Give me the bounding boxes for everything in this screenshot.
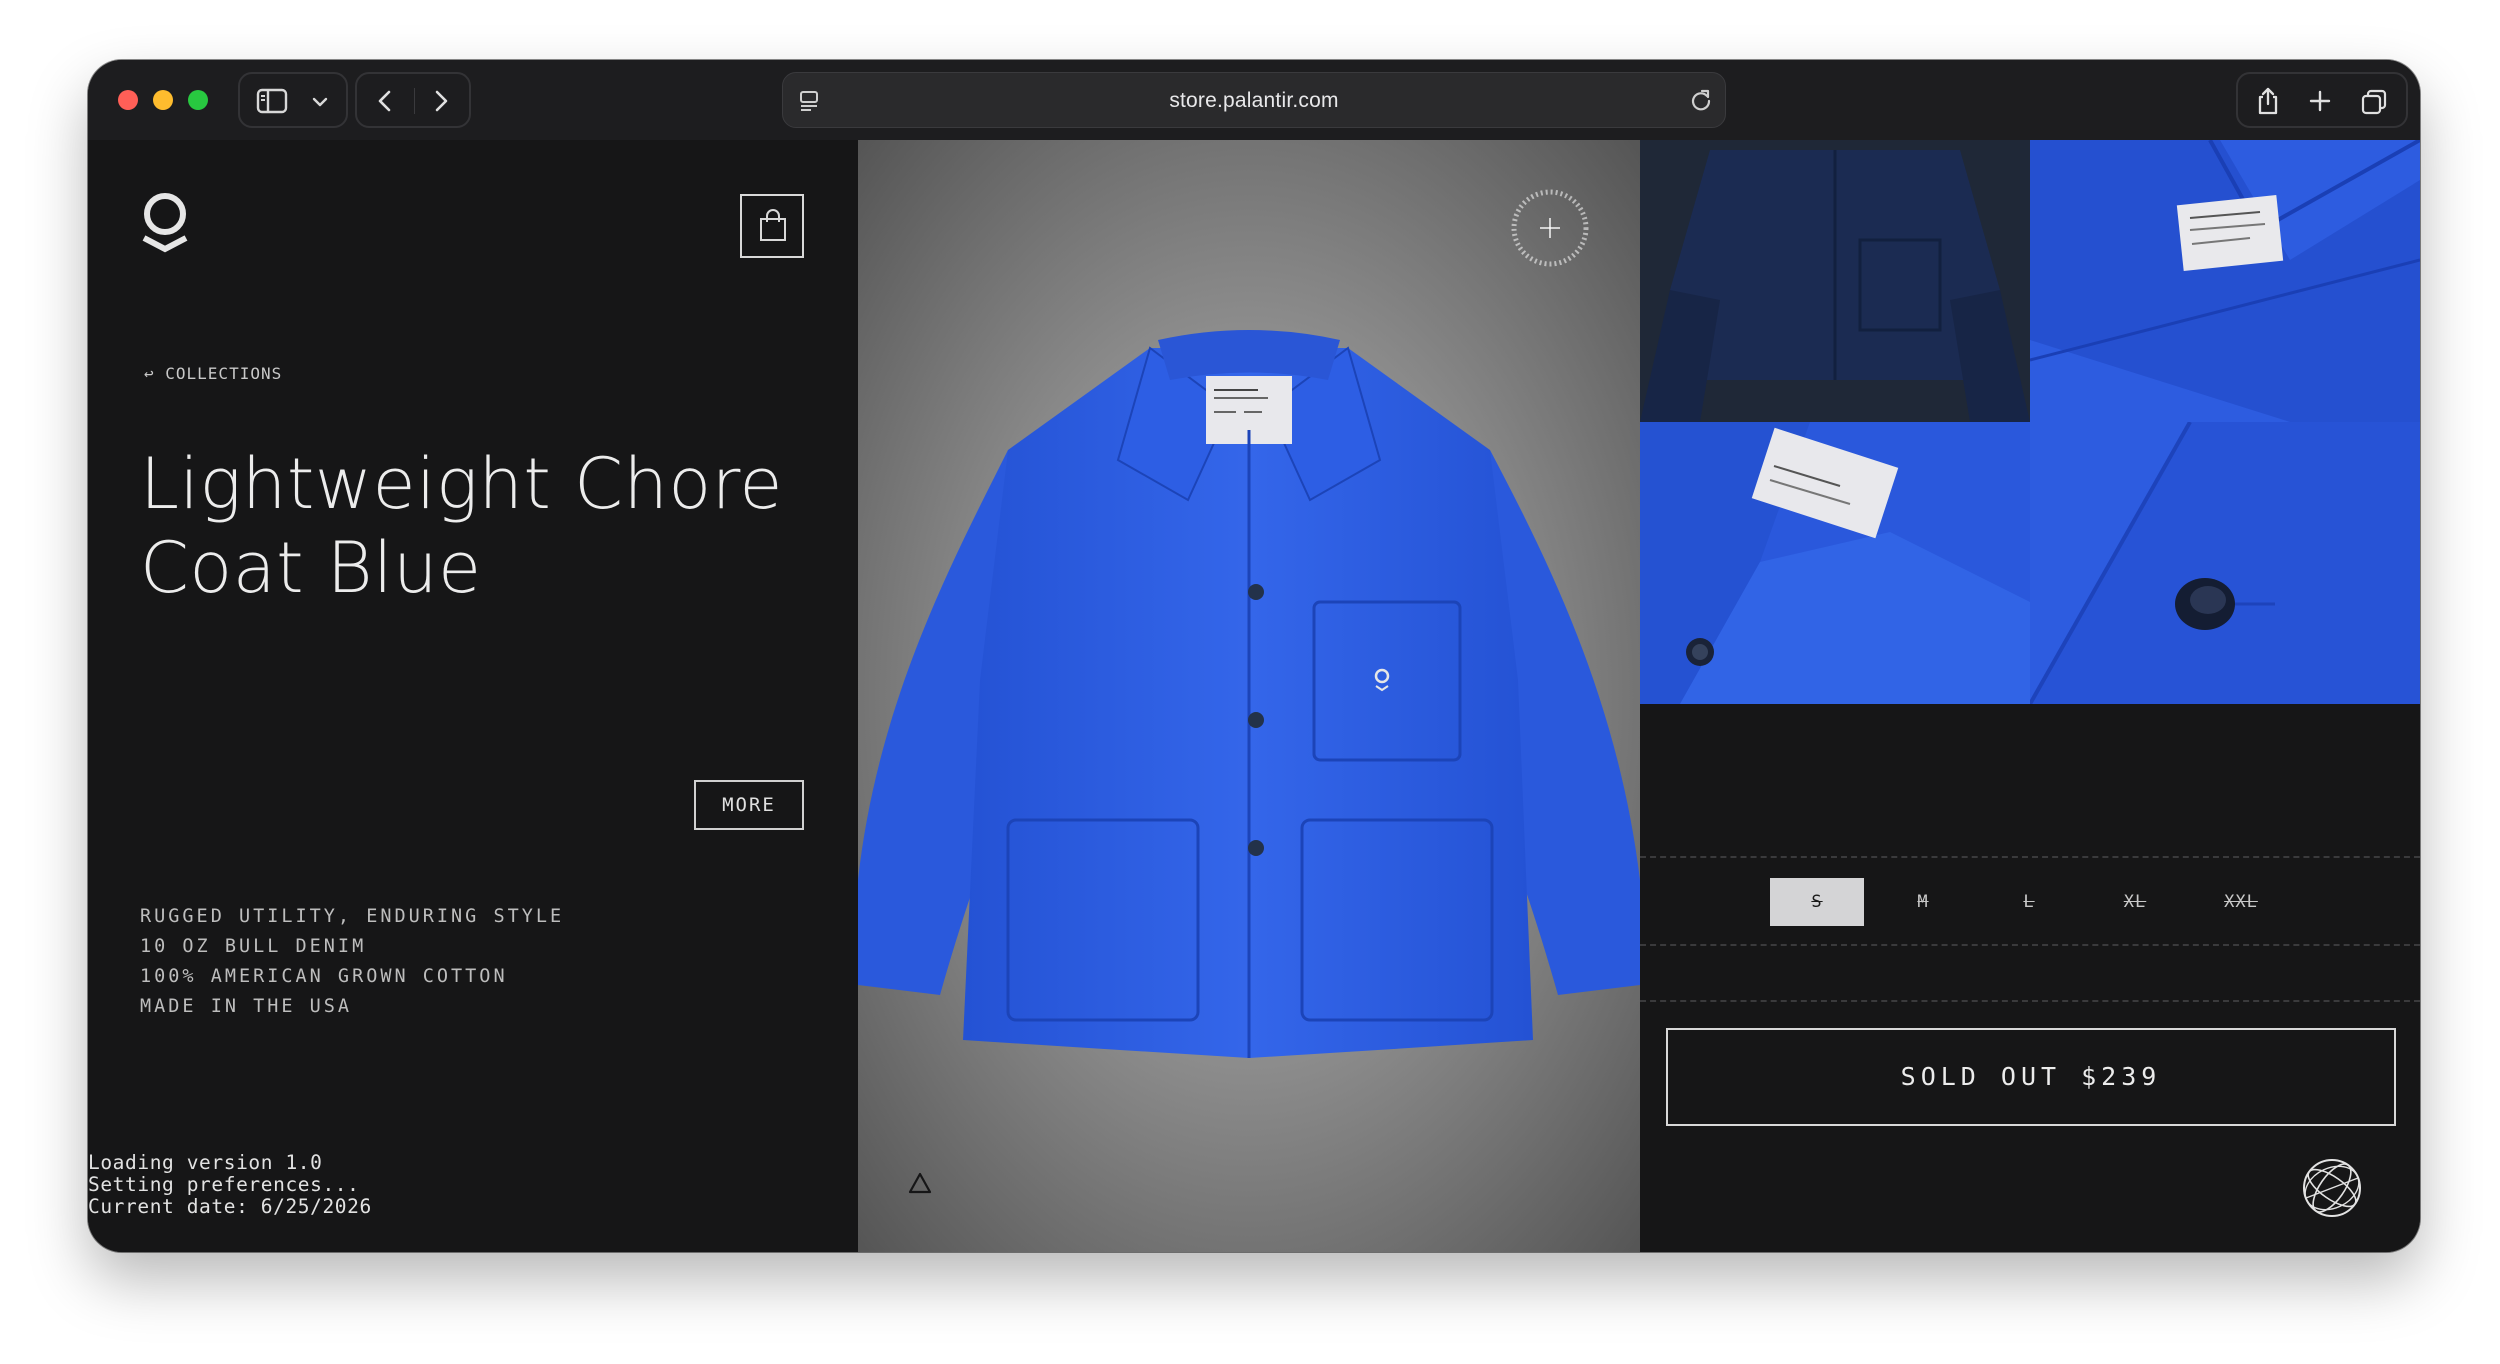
divider bbox=[1640, 944, 2420, 946]
main-product-image[interactable] bbox=[858, 140, 1640, 1252]
feature-item: 10 OZ BULL DENIM bbox=[140, 936, 367, 957]
product-features: RUGGED UTILITY, ENDURING STYLE 10 OZ BUL… bbox=[140, 902, 564, 1022]
console-line: Current date: 6/25/2026 bbox=[88, 1195, 372, 1218]
divider bbox=[1640, 1000, 2420, 1002]
size-selector: S M L XL XXL bbox=[1770, 878, 2290, 926]
shopping-bag-icon bbox=[760, 209, 786, 241]
thumbnail-label-detail[interactable] bbox=[2030, 140, 2420, 422]
close-window-button[interactable] bbox=[118, 90, 138, 110]
zoom-icon[interactable] bbox=[1508, 186, 1592, 270]
size-option-s[interactable]: S bbox=[1770, 878, 1864, 926]
loading-console: Loading version 1.0 Setting preferences.… bbox=[88, 1152, 372, 1218]
window-actions bbox=[2236, 72, 2408, 128]
palantir-logo-icon[interactable] bbox=[140, 192, 190, 256]
product-title-line2: Coat Blue bbox=[140, 527, 482, 609]
history-navigation bbox=[355, 72, 471, 128]
sidebar-icon bbox=[256, 88, 288, 114]
url-text[interactable]: store.palantir.com bbox=[783, 89, 1725, 113]
browser-window: store.palantir.com ↩ COLLECTIONS Lightwe… bbox=[88, 60, 2420, 1252]
sold-out-price-button[interactable]: SOLD OUT $239 bbox=[1666, 1028, 2396, 1126]
size-option-l[interactable]: L bbox=[1982, 878, 2076, 926]
size-option-m[interactable]: M bbox=[1876, 878, 1970, 926]
back-to-collections-link[interactable]: ↩ COLLECTIONS bbox=[144, 364, 282, 383]
fullscreen-window-button[interactable] bbox=[188, 90, 208, 110]
sidebar-toggle-button[interactable] bbox=[238, 72, 348, 128]
thumbnail-collar-detail[interactable] bbox=[1640, 422, 2030, 704]
return-arrow-icon: ↩ bbox=[144, 364, 166, 383]
label-detail-thumbnail bbox=[2030, 140, 2420, 422]
product-title: Lightweight Chore Coat Blue bbox=[140, 442, 820, 610]
coat-back-thumbnail bbox=[1640, 140, 2030, 422]
chevron-down-icon[interactable] bbox=[310, 92, 330, 112]
collar-detail-thumbnail bbox=[1640, 422, 2030, 704]
share-icon[interactable] bbox=[2254, 86, 2282, 116]
forward-arrow-icon[interactable] bbox=[427, 88, 453, 114]
feature-item: RUGGED UTILITY, ENDURING STYLE bbox=[140, 906, 565, 927]
feature-item: MADE IN THE USA bbox=[140, 996, 353, 1017]
size-option-xl[interactable]: XL bbox=[2088, 878, 2182, 926]
minimize-window-button[interactable] bbox=[153, 90, 173, 110]
console-line: Setting preferences... bbox=[88, 1173, 360, 1196]
feature-item: 100% AMERICAN GROWN COTTON bbox=[140, 966, 508, 987]
product-info-panel: ↩ COLLECTIONS Lightweight Chore Coat Blu… bbox=[88, 140, 858, 1252]
console-line: Loading version 1.0 bbox=[88, 1151, 323, 1174]
more-button[interactable]: MORE bbox=[694, 780, 804, 830]
cart-button[interactable] bbox=[740, 194, 804, 258]
button-detail-thumbnail bbox=[2030, 422, 2420, 704]
reload-icon[interactable] bbox=[1689, 88, 1713, 112]
product-purchase-panel: S M L XL XXL SOLD OUT $239 bbox=[1640, 140, 2420, 1252]
new-tab-icon[interactable] bbox=[2308, 89, 2332, 113]
collections-label: COLLECTIONS bbox=[165, 364, 283, 383]
globe-icon[interactable] bbox=[2300, 1156, 2364, 1220]
divider bbox=[1640, 856, 2420, 858]
thumbnail-button-detail[interactable] bbox=[2030, 422, 2420, 704]
product-title-line1: Lightweight Chore bbox=[140, 443, 783, 525]
chore-coat-illustration bbox=[858, 330, 1640, 1058]
browser-toolbar: store.palantir.com bbox=[88, 60, 2420, 140]
address-bar[interactable]: store.palantir.com bbox=[782, 72, 1726, 128]
thumbnail-back-view[interactable] bbox=[1640, 140, 2030, 422]
triangle-warning-icon[interactable] bbox=[908, 1172, 932, 1194]
tab-overview-icon[interactable] bbox=[2360, 88, 2388, 116]
back-arrow-icon[interactable] bbox=[373, 88, 399, 114]
size-option-xxl[interactable]: XXL bbox=[2194, 878, 2288, 926]
